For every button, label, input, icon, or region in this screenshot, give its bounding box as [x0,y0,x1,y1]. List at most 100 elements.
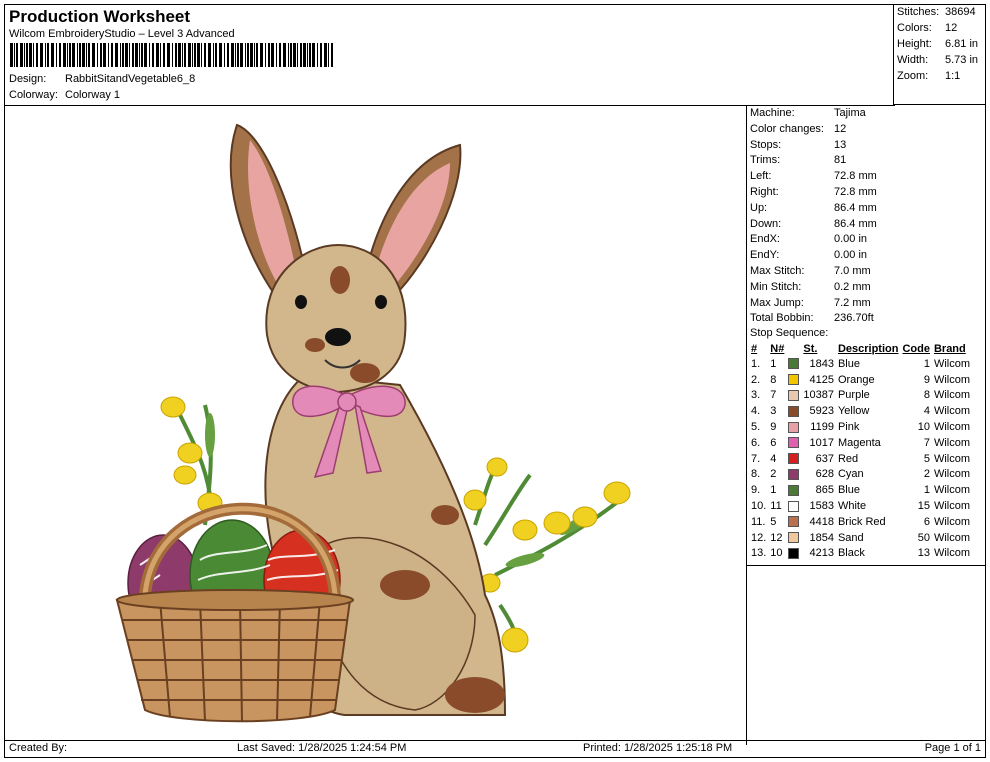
col-stitches: St. [803,342,818,355]
color-swatch [786,372,801,388]
info-label: Max Jump: [750,296,804,309]
summary-zoom: Zoom: 1:1 [897,70,961,82]
swatch-box [788,358,800,370]
barcode-bar [72,43,75,67]
rabbit-embroidery-image [115,123,631,723]
stop-index: 5. [751,421,761,434]
stitch-count: 637 [815,452,834,465]
stitch-count: 628 [815,468,834,481]
needle-number: 2 [770,468,777,481]
stitch-count: 10387 [803,389,834,402]
color-swatch [786,514,801,530]
thread-code: 8 [923,389,930,402]
barcode-bar [122,43,124,67]
barcode-bar [40,43,43,67]
barcode-bar [86,43,87,67]
swatch-box [788,532,800,544]
thread-brand: Wilcom [933,531,971,544]
thread-code: 1 [923,357,930,370]
stitch-count: 1583 [809,500,834,513]
colorway-label: Colorway: [9,89,58,101]
barcode-bar [276,43,277,67]
barcode-bar [144,43,147,67]
thread-brand: Wilcom [933,452,971,465]
barcode-bar [197,43,200,67]
info-value: 13 [834,138,847,151]
barcode-bar [175,43,177,67]
barcode-bar [265,43,266,67]
barcode-bar [204,43,206,67]
barcode-bar [250,43,253,67]
info-value: 72.8 mm [834,186,877,198]
thread-brand: Wilcom [933,547,971,560]
stop-row: 13. 10 4213 Black 13 Wilcom [749,546,972,562]
barcode-image [10,43,333,67]
summary-panel: Stitches: 38694 Colors: 12 Height: 6.81 in … [893,5,985,105]
stop-index: 1. [751,357,761,370]
stop-index: 6. [751,436,761,449]
info-row: Up: 86.4 mm [750,202,877,214]
thread-code: 7 [923,436,930,449]
color-swatch [786,467,801,483]
last-saved: Last Saved: 1/28/2025 1:24:54 PM [237,742,407,754]
thread-brand: Wilcom [933,357,971,370]
thread-brand: Wilcom [933,515,971,528]
swatch-box [788,405,800,417]
barcode-bar [303,43,306,67]
col-swatch [786,341,801,356]
needle-number: 1 [770,484,777,497]
info-value: 72.8 mm [834,170,877,183]
thread-description: Cyan [837,468,864,481]
col-brand: Brand [933,342,966,355]
info-row: Max Jump: 7.2 mm [750,297,871,309]
barcode-bar [67,43,68,67]
swatch-box [788,437,800,449]
stitch-count: 1843 [809,357,834,370]
barcode-bar [317,43,318,67]
stop-index: 7. [751,452,761,465]
barcode-bar [245,43,246,67]
barcode-bar [152,43,154,67]
stop-row: 4. 3 5923 Yellow 4 Wilcom [749,403,972,419]
worksheet-frame: Production Worksheet Wilcom EmbroiderySt… [4,4,986,758]
info-label: Right: [750,186,779,198]
stop-sequence-table: # N# St. Description Code Brand 1. 1 1843 B… [749,341,972,561]
design-label: Design: [9,73,47,85]
info-value: 86.4 mm [834,201,877,214]
thread-code: 6 [923,515,930,528]
stop-row: 1. 1 1843 Blue 1 Wilcom [749,356,972,372]
barcode-bar [172,43,173,67]
swatch-box [788,421,800,433]
info-value: 12 [834,122,847,135]
barcode-bar [224,43,225,67]
info-row: Stops: 13 [750,139,846,151]
info-row: Min Stitch: 0.2 mm [750,281,871,293]
barcode-bar [260,43,263,67]
barcode-bar [178,43,181,67]
stop-row: 10. 11 1583 White 15 Wilcom [749,498,972,514]
info-label: Machine: [750,107,795,119]
barcode-bar [141,43,143,67]
col-code: Code [902,342,930,355]
barcode-bar [201,43,202,67]
info-label: Stops: [750,138,782,151]
barcode-bar [92,43,95,67]
stop-row: 5. 9 1199 Pink 10 Wilcom [749,419,972,435]
barcode-bar [115,43,118,67]
barcode-bar [16,43,18,67]
summary-height: Height: 6.81 in [897,38,979,50]
needle-number: 5 [770,515,777,528]
barcode-bar [307,43,308,67]
summary-colors: Colors: 12 [897,22,958,34]
thread-brand: Wilcom [933,484,971,497]
thread-description: Orange [837,373,875,386]
color-swatch [786,356,801,372]
barcode-bar [20,43,23,67]
stop-row: 2. 8 4125 Orange 9 Wilcom [749,372,972,388]
barcode-bar [10,43,13,67]
barcode-bar [132,43,134,67]
thread-code: 10 [917,421,930,434]
thread-description: Magenta [837,436,881,449]
barcode-bar [125,43,128,67]
barcode-bar [283,43,286,67]
